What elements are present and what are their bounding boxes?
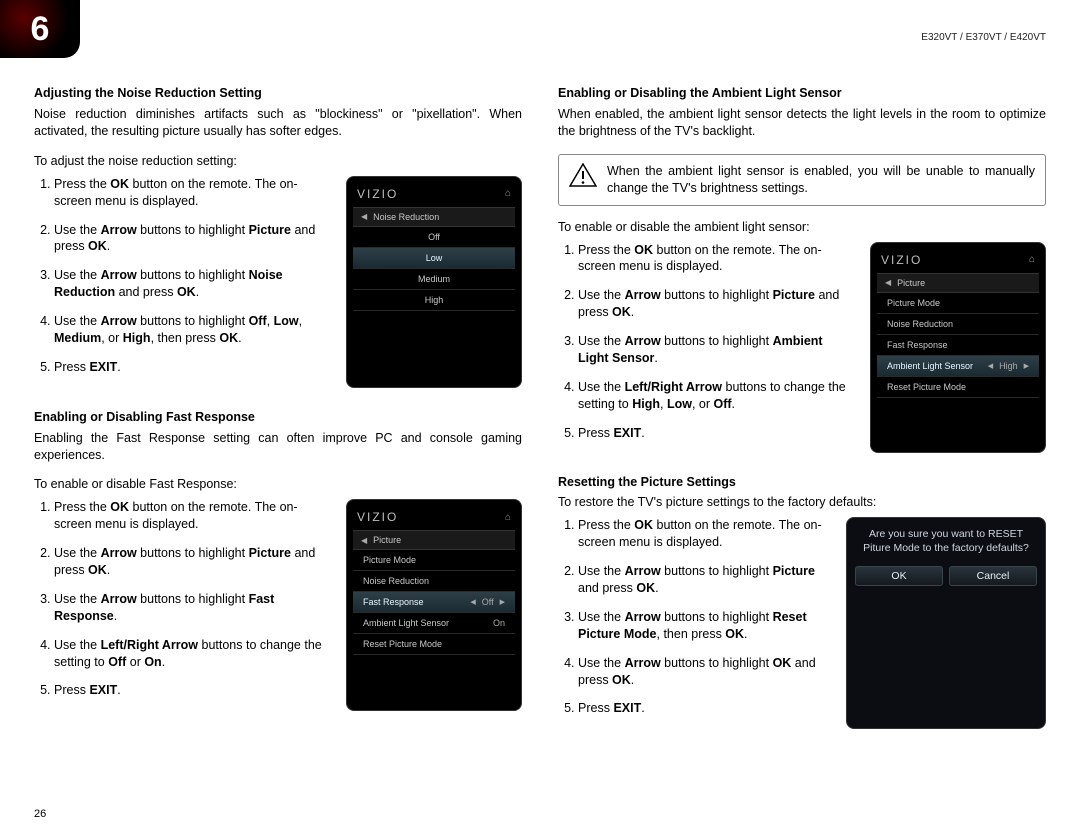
figure-picture-menu-ambient: VIZIO ⌂ ◀ Picture Picture Mode Noise Reduc… (870, 242, 1046, 454)
step: Use the Arrow buttons to highlight Noise… (54, 267, 332, 301)
menu-item: Reset Picture Mode (353, 634, 515, 655)
dialog-cancel-button: Cancel (949, 566, 1037, 586)
step: Use the Arrow buttons to highlight Pictu… (578, 563, 832, 597)
step: Press the OK button on the remote. The o… (578, 517, 832, 551)
figure-picture-menu-fast-response: VIZIO ⌂ ◀ Picture Picture Mode Noise Reduc… (346, 499, 522, 711)
menu-item-selected: Ambient Light Sensor◀High▶ (877, 356, 1039, 377)
menu-option: High (353, 290, 515, 311)
chapter-badge: 6 (0, 0, 80, 58)
step: Use the Left/Right Arrow buttons to chan… (54, 637, 332, 671)
step: Use the Arrow buttons to highlight Pictu… (54, 545, 332, 579)
step: Press the OK button on the remote. The o… (54, 499, 332, 533)
step: Press EXIT. (54, 359, 332, 376)
dialog-ok-button: OK (855, 566, 943, 586)
home-icon: ⌂ (505, 512, 511, 523)
step: Use the Arrow buttons to highlight Reset… (578, 609, 832, 643)
menu-item: Fast Response (877, 335, 1039, 356)
step: Use the Arrow buttons to highlight OK an… (578, 655, 832, 689)
section-lead: To enable or disable the ambient light s… (558, 220, 1046, 234)
step: Press the OK button on the remote. The o… (578, 242, 856, 276)
section-lead: To enable or disable Fast Response: (34, 477, 522, 491)
section-title: Enabling or Disabling Fast Response (34, 410, 522, 424)
step: Use the Arrow buttons to highlight Pictu… (54, 222, 332, 256)
step: Press the OK button on the remote. The o… (54, 176, 332, 210)
menu-item: Picture Mode (353, 550, 515, 571)
section-title: Resetting the Picture Settings (558, 475, 1046, 489)
menu-option-selected: Low (353, 248, 515, 269)
warning-icon (569, 163, 597, 187)
warning-text: When the ambient light sensor is enabled… (607, 163, 1035, 197)
step: Use the Left/Right Arrow buttons to chan… (578, 379, 856, 413)
home-icon: ⌂ (1029, 254, 1035, 265)
section-title: Adjusting the Noise Reduction Setting (34, 86, 522, 100)
dialog-message: Are you sure you want to RESET Piture Mo… (855, 528, 1037, 555)
back-arrow-icon: ◀ (361, 212, 367, 221)
menu-option: Off (353, 227, 515, 248)
step: Press EXIT. (578, 425, 856, 442)
section-intro: When enabled, the ambient light sensor d… (558, 106, 1046, 140)
back-arrow-icon: ◀ (885, 278, 891, 287)
steps-list: Press the OK button on the remote. The o… (34, 176, 332, 388)
menu-option: Medium (353, 269, 515, 290)
step: Use the Arrow buttons to highlight Fast … (54, 591, 332, 625)
menu-title: Picture (897, 278, 925, 288)
back-arrow-icon: ◀ (361, 536, 367, 545)
step: Press EXIT. (578, 700, 832, 717)
page-number: 26 (34, 808, 46, 820)
section-lead: To adjust the noise reduction setting: (34, 154, 522, 168)
figure-reset-dialog: Are you sure you want to RESET Piture Mo… (846, 517, 1046, 729)
steps-list: Press the OK button on the remote. The o… (34, 499, 332, 711)
step: Use the Arrow buttons to highlight Off, … (54, 313, 332, 347)
figure-noise-reduction-menu: VIZIO ⌂ ◀ Noise Reduction Off Low Medium H… (346, 176, 522, 388)
vizio-logo: VIZIO (357, 510, 398, 524)
menu-item-selected: Fast Response◀Off▶ (353, 592, 515, 613)
menu-item: Ambient Light SensorOn (353, 613, 515, 634)
vizio-logo: VIZIO (357, 187, 398, 201)
vizio-logo: VIZIO (881, 253, 922, 267)
step: Use the Arrow buttons to highlight Ambie… (578, 333, 856, 367)
menu-item: Picture Mode (877, 293, 1039, 314)
section-intro: Enabling the Fast Response setting can o… (34, 430, 522, 464)
model-line: E320VT / E370VT / E420VT (921, 32, 1046, 43)
steps-list: Press the OK button on the remote. The o… (558, 242, 856, 454)
menu-item: Noise Reduction (353, 571, 515, 592)
step: Press EXIT. (54, 682, 332, 699)
menu-title: Picture (373, 535, 401, 545)
menu-item: Reset Picture Mode (877, 377, 1039, 398)
section-intro: Noise reduction diminishes artifacts suc… (34, 106, 522, 140)
warning-box: When the ambient light sensor is enabled… (558, 154, 1046, 206)
section-lead: To restore the TV's picture settings to … (558, 495, 1046, 509)
step: Use the Arrow buttons to highlight Pictu… (578, 287, 856, 321)
section-title: Enabling or Disabling the Ambient Light … (558, 86, 1046, 100)
menu-item: Noise Reduction (877, 314, 1039, 335)
chapter-number: 6 (31, 10, 50, 49)
menu-title: Noise Reduction (373, 212, 439, 222)
home-icon: ⌂ (505, 188, 511, 199)
steps-list: Press the OK button on the remote. The o… (558, 517, 832, 729)
